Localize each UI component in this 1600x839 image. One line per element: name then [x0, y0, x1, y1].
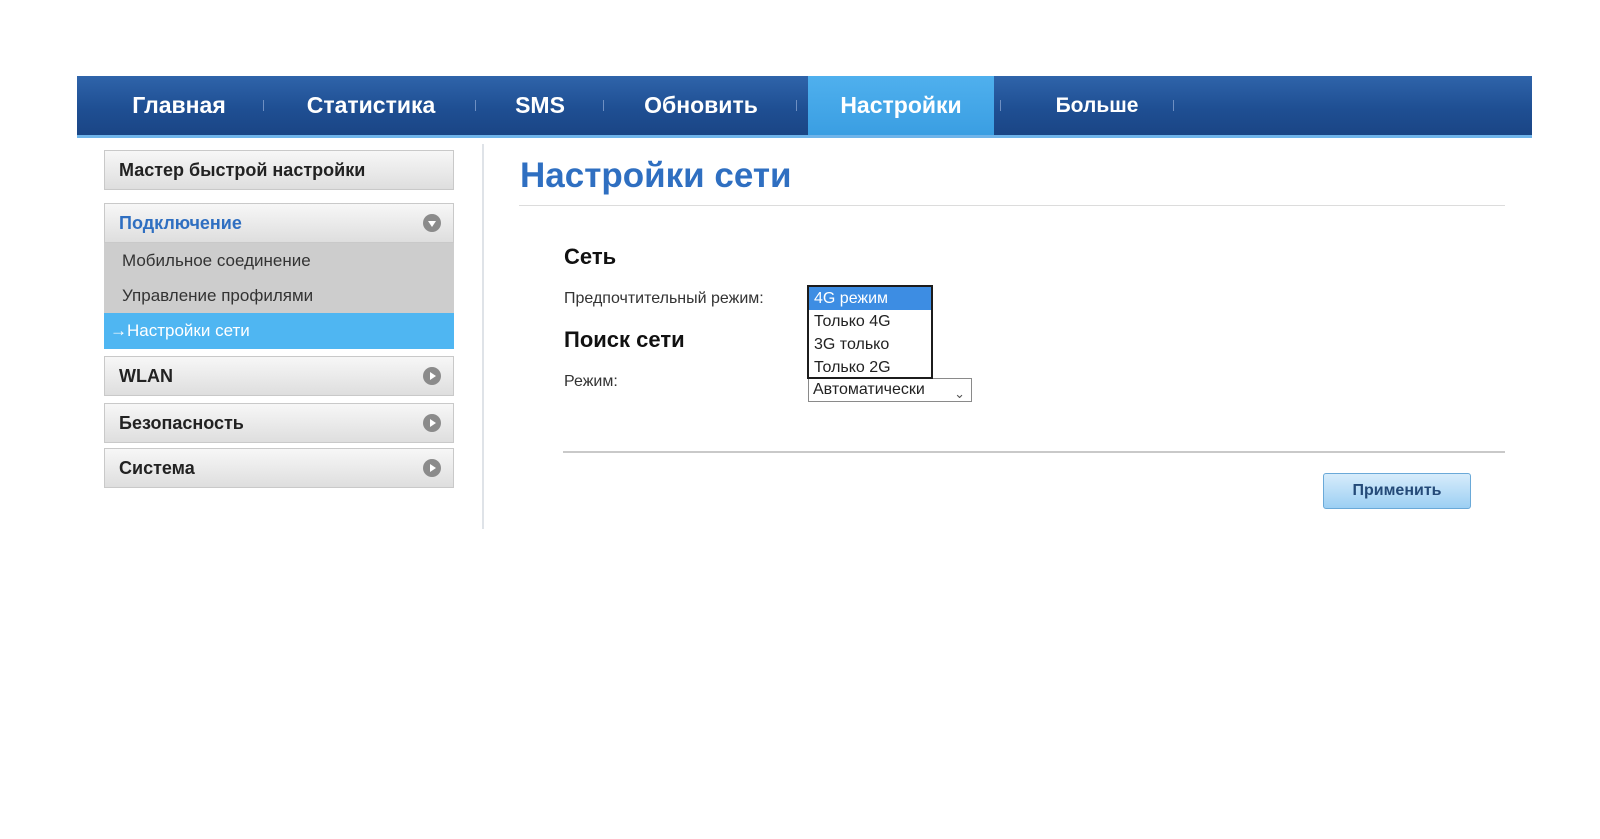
page-title: Настройки сети	[520, 156, 792, 195]
sidebar-item-profile-management[interactable]: Управление профилями	[104, 278, 454, 314]
system-label: Система	[119, 458, 195, 478]
mode-label: Режим:	[564, 373, 618, 390]
tab-separator	[475, 100, 476, 111]
apply-button[interactable]: Применить	[1323, 473, 1471, 509]
tab-statistics[interactable]: Статистика	[282, 76, 460, 135]
title-divider	[519, 205, 1505, 206]
system-menu[interactable]: Система	[104, 448, 454, 488]
sidebar-item-mobile-connection[interactable]: Мобильное соединение	[104, 243, 454, 279]
connection-menu[interactable]: Подключение	[104, 203, 454, 243]
tab-separator	[1173, 100, 1174, 111]
tab-separator	[263, 100, 264, 111]
network-search-heading: Поиск сети	[564, 327, 685, 352]
tab-settings[interactable]: Настройки	[808, 76, 994, 135]
chevron-right-icon	[423, 367, 441, 385]
tab-separator	[1000, 100, 1001, 111]
search-mode-value: Автоматически	[813, 381, 925, 398]
chevron-right-icon	[423, 414, 441, 432]
preferred-mode-dropdown[interactable]: 4G режим Только 4G 3G только Только 2G	[807, 285, 933, 379]
sidebar-divider	[482, 144, 484, 529]
form-divider	[563, 451, 1505, 453]
tab-more[interactable]: Больше	[1022, 76, 1172, 135]
tab-update[interactable]: Обновить	[622, 76, 780, 135]
preferred-mode-option-2g-only[interactable]: Только 2G	[809, 356, 931, 379]
network-section-heading: Сеть	[564, 244, 617, 269]
connection-label: Подключение	[119, 213, 242, 233]
tab-sms[interactable]: SMS	[495, 76, 585, 135]
preferred-mode-option-4g-only[interactable]: Только 4G	[809, 310, 931, 333]
preferred-mode-option-3g-only[interactable]: 3G только	[809, 333, 931, 356]
search-mode-select[interactable]: Автоматически ⌄	[808, 378, 972, 402]
wlan-label: WLAN	[119, 366, 173, 386]
preferred-mode-label: Предпочтительный режим:	[564, 290, 764, 307]
wlan-menu[interactable]: WLAN	[104, 356, 454, 396]
router-web-ui: Главная Статистика SMS Обновить Настройк…	[77, 76, 1532, 531]
chevron-down-icon	[423, 214, 441, 232]
tab-separator	[603, 100, 604, 111]
quick-setup-label: Мастер быстрой настройки	[119, 160, 366, 180]
tab-separator	[796, 100, 797, 111]
security-menu[interactable]: Безопасность	[104, 403, 454, 443]
preferred-mode-option-4g[interactable]: 4G режим	[809, 287, 931, 310]
chevron-right-icon	[423, 459, 441, 477]
chevron-down-icon: ⌄	[954, 386, 965, 401]
quick-setup-button[interactable]: Мастер быстрой настройки	[104, 150, 454, 190]
connection-submenu: Мобильное соединение Управление профилям…	[104, 243, 454, 349]
tab-home[interactable]: Главная	[105, 76, 253, 135]
top-navigation: Главная Статистика SMS Обновить Настройк…	[77, 76, 1532, 138]
security-label: Безопасность	[119, 413, 244, 433]
sidebar-item-network-settings[interactable]: →Настройки сети	[104, 313, 454, 349]
